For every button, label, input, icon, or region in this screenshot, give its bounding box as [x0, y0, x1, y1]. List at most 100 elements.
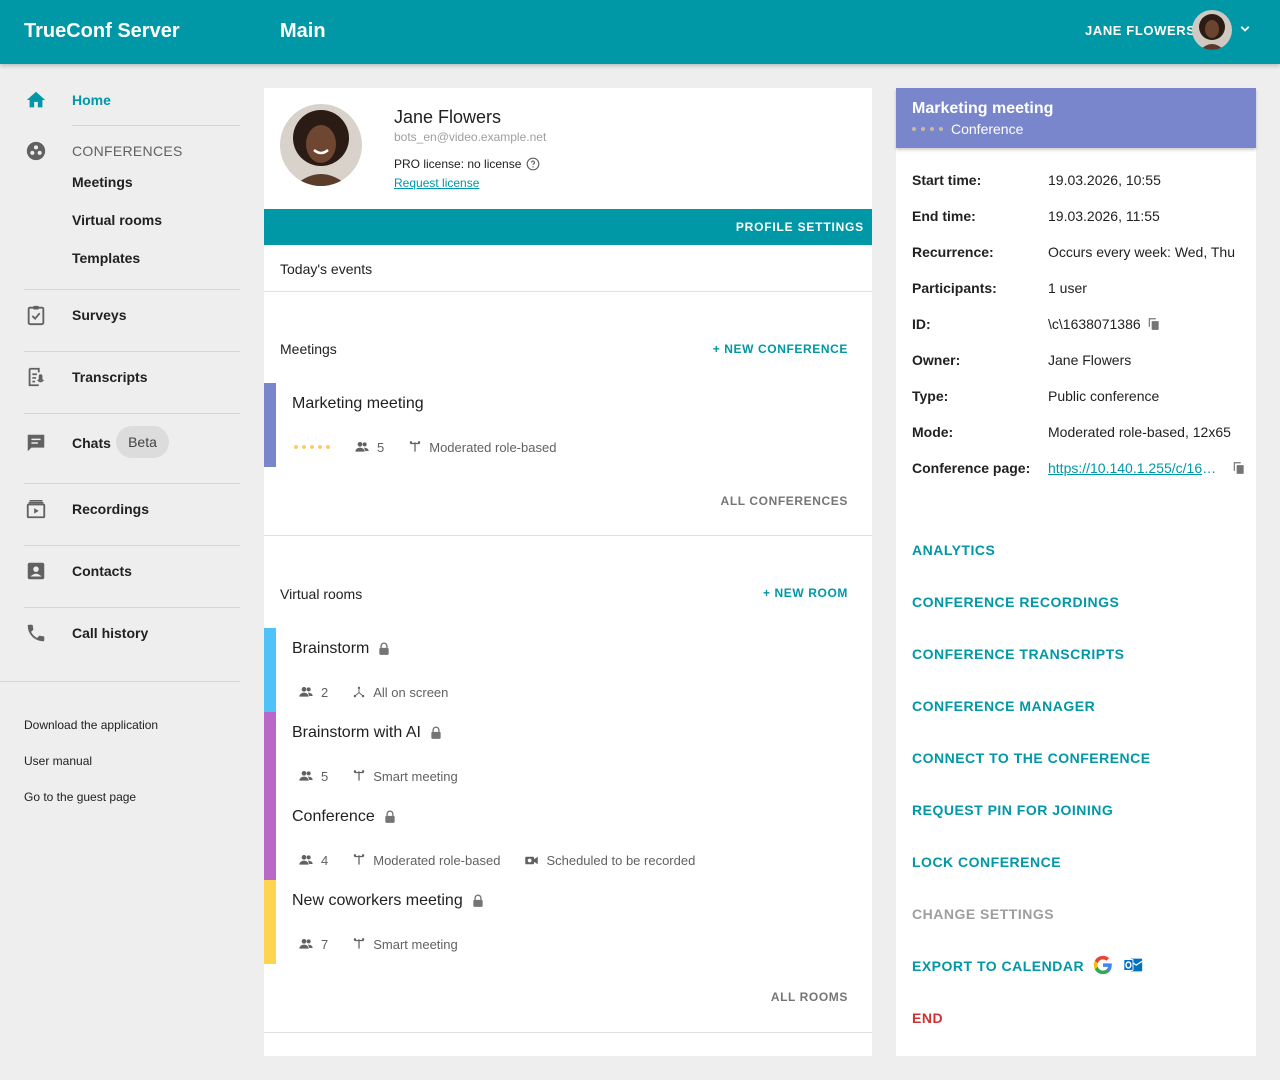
room-row-new-coworkers[interactable]: New coworkers meeting 7 Smart meeting — [264, 880, 872, 964]
end-conference-button[interactable]: END — [912, 1010, 943, 1026]
rating-dots — [294, 445, 330, 449]
conference-id-value: \c\1638071386 — [1048, 316, 1141, 332]
participants-count: 5 — [298, 768, 328, 784]
new-conference-button[interactable]: + NEW CONFERENCE — [713, 342, 848, 356]
sidebar: Home CONFERENCES Meetings Virtual rooms … — [0, 64, 264, 1080]
meetings-section-title: Meetings — [280, 341, 337, 357]
room-color-bar — [264, 880, 276, 964]
people-icon — [299, 855, 313, 865]
guest-page-link[interactable]: Go to the guest page — [24, 790, 136, 804]
sidebar-item-label: Home — [72, 92, 111, 108]
conference-mode: All on screen — [352, 685, 448, 700]
sidebar-item-call-history[interactable]: Call history — [24, 613, 240, 653]
divider — [24, 483, 240, 484]
divider — [264, 1032, 872, 1033]
detail-label: Type: — [912, 388, 949, 404]
sidebar-item-surveys[interactable]: Surveys — [24, 295, 240, 335]
room-title: New coworkers meeting — [292, 892, 485, 910]
google-calendar-icon[interactable] — [1092, 954, 1114, 976]
sidebar-item-templates[interactable]: Templates — [72, 250, 140, 266]
detail-label: Start time: — [912, 172, 982, 188]
contacts-icon — [24, 559, 48, 583]
sidebar-item-label: Recordings — [72, 501, 150, 517]
rooms-section-title: Virtual rooms — [280, 586, 363, 602]
people-icon — [299, 939, 313, 949]
transcript-icon — [24, 365, 48, 389]
sidebar-item-home[interactable]: Home — [24, 80, 240, 120]
sidebar-item-meetings[interactable]: Meetings — [72, 174, 133, 190]
lock-conference-button[interactable]: LOCK CONFERENCE — [912, 854, 1061, 870]
conferences-icon — [24, 139, 48, 163]
sidebar-item-label: Chats — [72, 435, 111, 451]
all-on-screen-icon — [353, 686, 365, 698]
sidebar-item-recordings[interactable]: Recordings — [24, 489, 240, 529]
smart-meeting-icon — [353, 938, 365, 949]
copy-icon[interactable] — [1147, 317, 1161, 331]
new-room-button[interactable]: + NEW ROOM — [763, 586, 848, 600]
conference-page-link[interactable]: https://10.140.1.255/c/1638071386 — [1048, 460, 1220, 476]
room-row-brainstorm-ai[interactable]: Brainstorm with AI 5 Smart meeting — [264, 712, 872, 796]
room-row-conference[interactable]: Conference 4 Moderated role-based Schedu… — [264, 796, 872, 880]
header-user-name[interactable]: JANE FLOWERS — [1085, 23, 1195, 38]
room-color-bar — [264, 628, 276, 712]
profile-name: Jane Flowers — [394, 107, 502, 127]
change-settings-button: CHANGE SETTINGS — [912, 906, 1055, 922]
main-panel: Jane Flowers bots_en@video.example.net P… — [264, 88, 872, 1056]
conference-recordings-button[interactable]: CONFERENCE RECORDINGS — [912, 594, 1119, 610]
today-events-title: Today's events — [280, 261, 373, 277]
meeting-title: Marketing meeting — [292, 395, 424, 412]
sidebar-item-label: Surveys — [72, 307, 127, 323]
room-meta: 4 Moderated role-based Scheduled to be r… — [298, 852, 719, 868]
participants-value: 1 user — [1048, 280, 1087, 296]
lock-icon — [379, 642, 390, 655]
sidebar-item-contacts[interactable]: Contacts — [24, 551, 240, 591]
copy-icon[interactable] — [1232, 461, 1246, 475]
lock-icon — [431, 726, 441, 739]
conference-mode: Moderated role-based — [352, 853, 500, 868]
all-conferences-button[interactable]: ALL CONFERENCES — [721, 494, 848, 508]
meeting-row[interactable]: Marketing meeting 5 Moderated role-based — [264, 383, 872, 467]
profile-settings-button[interactable]: PROFILE SETTINGS — [264, 209, 872, 245]
type-value: Public conference — [1048, 388, 1160, 404]
conference-manager-button[interactable]: CONFERENCE MANAGER — [912, 698, 1095, 714]
participants-count: 7 — [298, 936, 328, 952]
chat-icon — [24, 431, 48, 455]
role-based-icon — [409, 441, 421, 452]
room-title: Brainstorm with AI — [292, 724, 443, 742]
page-title: Main — [280, 20, 326, 42]
room-row-brainstorm[interactable]: Brainstorm 2 All on screen — [264, 628, 872, 712]
divider — [24, 413, 240, 414]
divider — [0, 681, 240, 682]
recurrence-value: Occurs every week: Wed, Thu — [1048, 244, 1235, 260]
profile-settings-label: PROFILE SETTINGS — [735, 220, 864, 234]
outlook-calendar-icon[interactable] — [1122, 954, 1144, 976]
detail-label: Recurrence: — [912, 244, 994, 260]
sidebar-item-virtual-rooms[interactable]: Virtual rooms — [72, 212, 162, 228]
divider — [72, 125, 240, 126]
conference-subtitle: Conference — [912, 121, 1023, 137]
owner-value: Jane Flowers — [1048, 352, 1132, 368]
chevron-down-icon[interactable] — [1236, 20, 1254, 38]
profile-avatar — [280, 104, 362, 186]
participants-count: 2 — [298, 684, 328, 700]
header-avatar[interactable] — [1192, 10, 1232, 50]
sidebar-item-transcripts[interactable]: Transcripts — [24, 357, 240, 397]
analytics-button[interactable]: ANALYTICS — [912, 542, 995, 558]
all-rooms-button[interactable]: ALL ROOMS — [771, 990, 848, 1004]
conference-mode: Moderated role-based — [408, 440, 556, 455]
room-title: Conference — [292, 808, 397, 826]
help-icon[interactable] — [526, 157, 540, 171]
meeting-meta: 5 Moderated role-based — [294, 439, 580, 455]
conference-transcripts-button[interactable]: CONFERENCE TRANSCRIPTS — [912, 646, 1124, 662]
request-pin-button[interactable]: REQUEST PIN FOR JOINING — [912, 802, 1113, 818]
people-icon — [299, 687, 313, 697]
connect-conference-button[interactable]: CONNECT TO THE CONFERENCE — [912, 750, 1151, 766]
beta-badge: Beta — [116, 426, 169, 458]
detail-label: Owner: — [912, 352, 961, 368]
user-manual-link[interactable]: User manual — [24, 754, 92, 768]
request-license-link[interactable]: Request license — [394, 176, 479, 190]
rating-dots — [912, 127, 943, 131]
home-icon — [24, 88, 48, 112]
download-app-link[interactable]: Download the application — [24, 718, 158, 732]
recordings-icon — [24, 497, 48, 521]
